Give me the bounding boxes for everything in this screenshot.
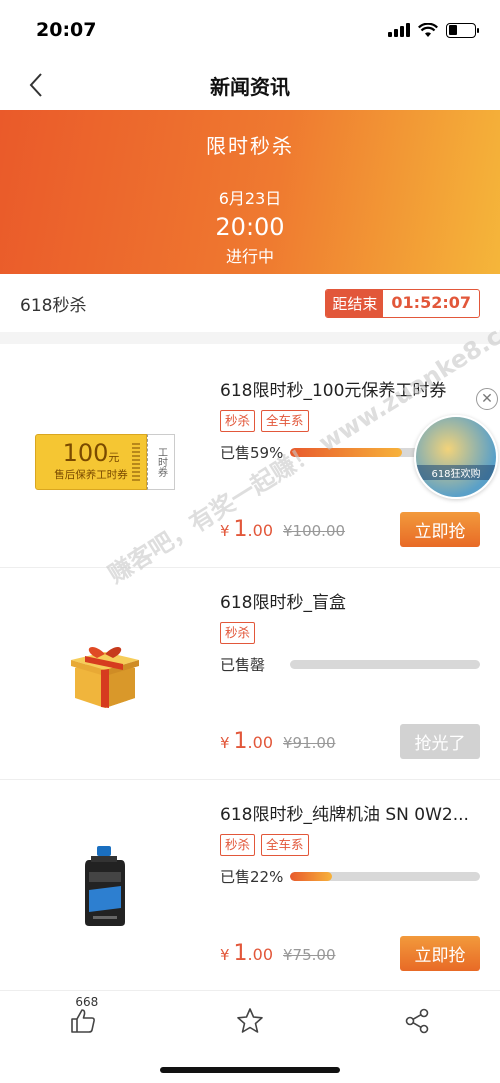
share-icon bbox=[405, 1008, 428, 1033]
flash-sale-banner: 限时秒杀 6月23日 20:00 进行中 bbox=[0, 110, 500, 274]
share-button[interactable] bbox=[387, 1001, 447, 1041]
price-row: ¥ 1 .00 ¥100.00 立即抢 bbox=[220, 512, 480, 547]
tag-flash-sale: 秒杀 bbox=[220, 834, 256, 856]
original-price: ¥75.00 bbox=[283, 946, 336, 964]
tag-flash-sale: 秒杀 bbox=[220, 410, 256, 432]
original-price: ¥100.00 bbox=[283, 522, 346, 540]
price: ¥ 1 .00 ¥91.00 bbox=[220, 729, 336, 754]
price-currency: ¥ bbox=[220, 522, 230, 540]
thumbs-up-icon bbox=[71, 1008, 96, 1033]
countdown-row: 618秒杀 距结束 01:52:07 bbox=[0, 274, 500, 344]
product-image: 100元 售后保养工时券 工时券 bbox=[0, 356, 210, 568]
bottom-action-bar: 668 bbox=[0, 990, 500, 1050]
barcode-icon bbox=[132, 443, 140, 483]
coupon-desc: 售后保养工时券 bbox=[54, 469, 128, 481]
coupon-image: 100元 售后保养工时券 工时券 bbox=[35, 434, 175, 490]
countdown-time: 01:52:07 bbox=[391, 292, 471, 312]
price-int: 1 bbox=[233, 941, 248, 966]
sold-row: 已售22% bbox=[220, 866, 480, 887]
price: ¥ 1 .00 ¥100.00 bbox=[220, 517, 345, 542]
price-currency: ¥ bbox=[220, 946, 230, 964]
battery-level bbox=[448, 25, 458, 35]
chevron-left-icon bbox=[29, 73, 42, 97]
close-ad-button[interactable]: ✕ bbox=[476, 388, 498, 410]
progress-fill bbox=[290, 872, 332, 881]
sold-label: 已售罄 bbox=[220, 656, 266, 674]
sold-progress-bar bbox=[290, 872, 480, 881]
product-card[interactable]: 618限时秒_纯牌机油 SN 0W2... 秒杀 全车系 已售22% ¥ 1 .… bbox=[0, 780, 500, 992]
coupon-side: 工时券 bbox=[147, 434, 175, 490]
price-int: 1 bbox=[233, 729, 248, 754]
sold-progress-bar bbox=[290, 660, 480, 669]
banner-time: 20:00 bbox=[215, 213, 285, 241]
sold-out-button[interactable]: 抢光了 bbox=[400, 724, 480, 759]
progress-fill bbox=[290, 448, 403, 457]
product-card[interactable]: 618限时秒_盲盒 秒杀 已售罄 ¥ 1 .00 ¥91.00 抢光了 bbox=[0, 568, 500, 780]
product-info: 618限时秒_盲盒 秒杀 已售罄 bbox=[220, 588, 480, 675]
engine-oil-bottle-icon bbox=[85, 846, 125, 926]
product-name: 618限时秒_盲盒 bbox=[220, 593, 346, 613]
signal-icon bbox=[388, 23, 410, 37]
status-bar: 20:07 bbox=[0, 0, 500, 60]
price-row: ¥ 1 .00 ¥75.00 立即抢 bbox=[220, 936, 480, 971]
price-dec: .00 bbox=[247, 521, 273, 540]
page-title: 新闻资讯 bbox=[210, 74, 290, 99]
coupon-amount: 100元 bbox=[62, 439, 120, 467]
floating-ad[interactable]: 618狂欢购 bbox=[414, 415, 498, 499]
price-dec: .00 bbox=[247, 945, 273, 964]
tag-all-models: 全车系 bbox=[261, 410, 309, 432]
battery-icon bbox=[446, 22, 479, 38]
floating-ad-text: 618狂欢购 bbox=[416, 465, 496, 480]
banner-date: 6月23日 bbox=[218, 189, 282, 208]
sold-label: 已售59% bbox=[220, 444, 284, 462]
price-row: ¥ 1 .00 ¥91.00 抢光了 bbox=[220, 724, 480, 759]
buy-now-button[interactable]: 立即抢 bbox=[400, 936, 480, 971]
price-int: 1 bbox=[233, 517, 248, 542]
wifi-icon bbox=[418, 22, 438, 37]
back-button[interactable] bbox=[28, 70, 58, 100]
product-name: 618限时秒_100元保养工时券 bbox=[220, 381, 447, 401]
buy-now-button[interactable]: 立即抢 bbox=[400, 512, 480, 547]
countdown-tag: 距结束 bbox=[326, 289, 384, 317]
home-indicator[interactable] bbox=[160, 1067, 340, 1073]
product-image bbox=[0, 568, 210, 780]
coupon-main: 100元 售后保养工时券 bbox=[35, 434, 147, 490]
original-price: ¥91.00 bbox=[283, 734, 336, 752]
status-time: 20:07 bbox=[36, 19, 97, 41]
banner-title: 限时秒杀 bbox=[206, 134, 294, 158]
countdown-timer: 距结束 01:52:07 bbox=[325, 288, 480, 318]
price-currency: ¥ bbox=[220, 734, 230, 752]
product-tags: 秒杀 全车系 bbox=[220, 834, 480, 856]
favorite-button[interactable] bbox=[220, 1001, 280, 1041]
star-icon bbox=[237, 1007, 263, 1033]
product-info: 618限时秒_纯牌机油 SN 0W2... 秒杀 全车系 已售22% bbox=[220, 800, 480, 887]
product-tags: 秒杀 bbox=[220, 622, 480, 644]
product-name: 618限时秒_纯牌机油 SN 0W2... bbox=[220, 805, 469, 825]
close-icon: ✕ bbox=[481, 391, 493, 407]
banner-status: 进行中 bbox=[225, 247, 274, 266]
price-dec: .00 bbox=[247, 733, 273, 752]
product-image bbox=[0, 780, 210, 992]
like-count: 668 bbox=[75, 994, 99, 1009]
sold-label: 已售22% bbox=[220, 868, 284, 886]
countdown-label: 618秒杀 bbox=[20, 295, 87, 316]
tag-all-models: 全车系 bbox=[261, 834, 309, 856]
status-icons bbox=[388, 22, 479, 38]
nav-bar: 新闻资讯 bbox=[0, 60, 500, 110]
price: ¥ 1 .00 ¥75.00 bbox=[220, 941, 336, 966]
sold-row: 已售罄 bbox=[220, 654, 480, 675]
like-button[interactable]: 668 bbox=[53, 995, 113, 1041]
gift-box-icon bbox=[71, 646, 139, 708]
tag-flash-sale: 秒杀 bbox=[220, 622, 256, 644]
